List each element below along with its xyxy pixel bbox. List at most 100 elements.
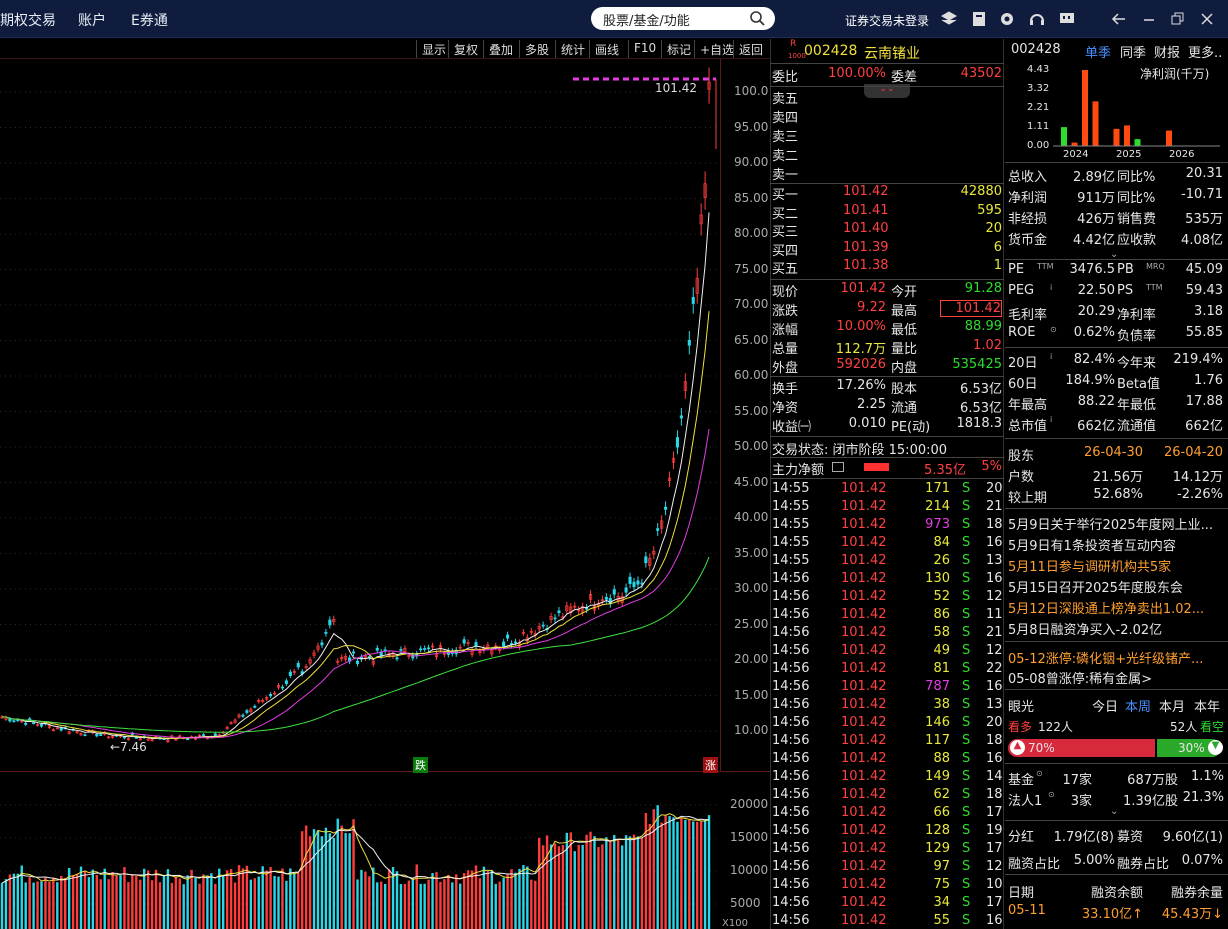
stock-code: 002428 (804, 43, 858, 59)
limit-item[interactable]: 05-08曾涨停:稀有金属> (1008, 668, 1152, 687)
minimize-icon[interactable] (1140, 10, 1158, 28)
volume-bar (178, 878, 181, 929)
search-icon[interactable] (749, 10, 765, 26)
tick-count: 12 (986, 589, 1003, 604)
tick-volume: 149 (925, 769, 950, 784)
news-item[interactable]: 5月11日参与调研机构共5家 (1008, 556, 1171, 575)
perf-value: 1.76 (1194, 373, 1223, 388)
back-arrow-icon[interactable] (1110, 10, 1128, 28)
document-icon[interactable] (970, 10, 988, 28)
candle-body (624, 587, 628, 593)
trade-state: 交易状态: 闭市阶段 15:00:00 (772, 443, 948, 458)
expand-chevron-icon[interactable]: ⌄ (1110, 806, 1118, 817)
volume-bar (71, 875, 75, 929)
volume-bar (660, 822, 663, 929)
menu-icon[interactable] (832, 462, 844, 472)
tick-side: S (962, 553, 971, 568)
volume-bar (60, 876, 63, 929)
inst-count: 3家 (1070, 794, 1092, 809)
volume-bar (668, 816, 671, 929)
f10-tab-0[interactable]: 单季 (1085, 42, 1111, 61)
settings-icon[interactable] (998, 10, 1016, 28)
nav-e-quan-tong[interactable]: E券通 (131, 10, 168, 30)
login-status[interactable]: 证券交易未登录 (845, 12, 929, 29)
stat-value: 101.42 (840, 281, 887, 296)
sentiment-tab-2[interactable]: 本月 (1159, 696, 1185, 715)
stat-value: 10.00% (836, 319, 886, 334)
net-profit-chart[interactable] (1005, 60, 1228, 170)
tick-price: 101.42 (841, 553, 887, 568)
tick-side: S (962, 571, 971, 586)
toolbar-0[interactable]: 显示 (416, 40, 446, 58)
badge-r: R (790, 39, 797, 49)
volume-bar (443, 879, 446, 929)
tick-count: 10 (986, 877, 1003, 892)
val-value: 20.29 (1077, 304, 1115, 319)
candle-body (691, 296, 695, 304)
toolbar-9[interactable]: 返回 (733, 40, 763, 58)
divider (1005, 820, 1228, 821)
bull-count: 122人 (1038, 720, 1073, 734)
stat-value: 9.22 (857, 300, 886, 315)
nav-account[interactable]: 账户 (78, 10, 106, 30)
tick-volume: 117 (925, 733, 950, 748)
toolbar-5[interactable]: 画线 (589, 40, 619, 58)
candle-body (675, 437, 680, 448)
volume-bar (518, 868, 521, 929)
close-icon[interactable] (1198, 10, 1216, 28)
restore-icon[interactable] (1168, 10, 1186, 28)
profit-bar (1061, 127, 1067, 146)
news-item[interactable]: 5月15日召开2025年度股东会 (1008, 577, 1183, 596)
tick-side: S (962, 769, 971, 784)
val-sub: ⊙ (1050, 325, 1057, 334)
news-item[interactable]: 5月8日融资净买入-2.02亿 (1008, 619, 1162, 638)
inst-sub: ⊙ (1048, 790, 1055, 799)
volume-bar (91, 869, 95, 929)
toolbar-8[interactable]: +自选 (694, 40, 734, 58)
news-item[interactable]: 5月9日有1条投资者互动内容 (1008, 535, 1176, 554)
val-value: 55.85 (1185, 325, 1223, 340)
stat-label: 内盘 (891, 361, 918, 376)
weibi-label: 委比 (772, 70, 799, 85)
tick-side: S (962, 661, 971, 676)
buy-level-label: 买三 (772, 225, 799, 240)
toolbar-4[interactable]: 统计 (555, 40, 585, 58)
sentiment-tab-1[interactable]: 本周 (1125, 696, 1151, 715)
toolbar-2[interactable]: 叠加 (483, 40, 513, 58)
thumb-up-icon[interactable]: ▲ (1010, 740, 1025, 755)
f10-tab-2[interactable]: 财报 (1154, 42, 1180, 61)
tick-volume: 97 (933, 859, 950, 874)
kline-chart[interactable] (0, 59, 720, 771)
message-icon[interactable] (1058, 10, 1076, 28)
toolbar-1[interactable]: 复权 (448, 40, 478, 58)
div-label: 分红 (1008, 830, 1035, 845)
stat-label: 换手 (772, 382, 799, 397)
volume-bar (218, 868, 221, 929)
layers-icon[interactable] (940, 10, 958, 28)
tick-time: 14:56 (772, 895, 810, 910)
news-item[interactable]: 5月12日深股通上榜净卖出1.02... (1008, 598, 1204, 617)
candle-body (541, 624, 545, 627)
toolbar-3[interactable]: 多股 (519, 40, 549, 58)
tick-time: 14:56 (772, 643, 810, 658)
thumb-down-icon[interactable]: ▼ (1208, 740, 1223, 755)
volume-bar (281, 868, 284, 929)
sentiment-tab-0[interactable]: 今日 (1092, 696, 1118, 715)
toolbar-6[interactable]: F10 (628, 40, 656, 58)
news-item[interactable]: 5月9日关于举行2025年度网上业... (1008, 514, 1213, 533)
headset-icon[interactable] (1028, 10, 1046, 28)
fin-value: 535万 (1185, 212, 1223, 227)
volume-chart[interactable] (0, 772, 720, 929)
search-input[interactable]: 股票/基金/功能 (591, 7, 775, 30)
volume-bar (490, 870, 493, 929)
weicha-label: 委差 (891, 70, 918, 85)
limit-item[interactable]: 05-12涨停:磷化铟+光纤级锗产... (1008, 648, 1203, 667)
tick-price: 101.42 (841, 625, 887, 640)
f10-tab-1[interactable]: 同季 (1120, 42, 1146, 61)
f10-tab-3[interactable]: 更多.. (1188, 42, 1222, 61)
tick-count: 12 (986, 859, 1003, 874)
toolbar-7[interactable]: 标记 (661, 40, 691, 58)
tick-count: 17 (986, 895, 1003, 910)
nav-options-trading[interactable]: 期权交易 (0, 10, 56, 30)
sentiment-tab-3[interactable]: 本年 (1194, 696, 1220, 715)
